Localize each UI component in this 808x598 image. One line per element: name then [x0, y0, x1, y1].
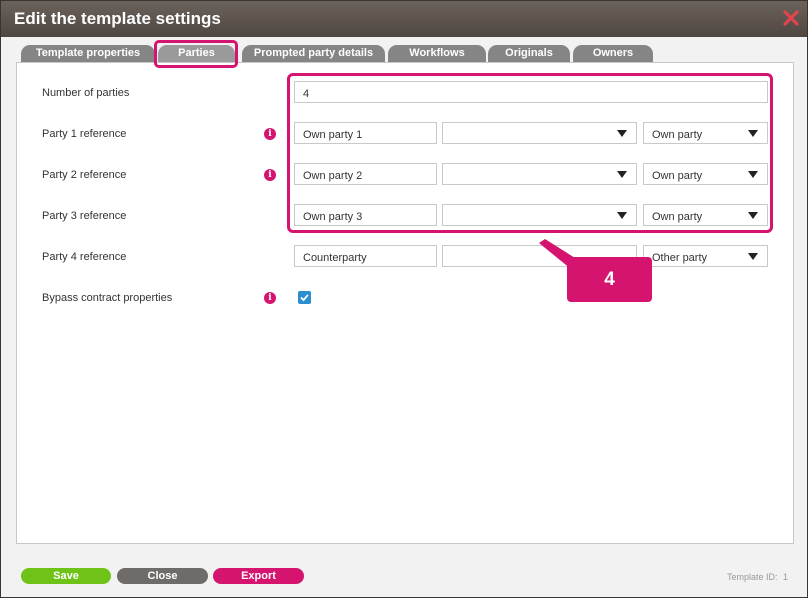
template-id-label: Template ID: [726, 572, 778, 582]
bypass-contract-properties-label: Bypass contract properties [42, 292, 173, 304]
tab-prompted-party-details[interactable]: Prompted party details [242, 45, 385, 62]
info-icon[interactable]: i [264, 169, 276, 181]
party-4-reference-label: Party 4 reference [42, 251, 127, 263]
dialog-title: Edit the template settings [14, 9, 221, 28]
checkmark-icon [300, 294, 309, 302]
party-2-reference-label: Party 2 reference [42, 169, 127, 181]
save-button[interactable]: Save [21, 568, 111, 584]
template-id-value: 1 [782, 572, 788, 582]
close-icon[interactable] [782, 9, 800, 27]
party-4-name-input[interactable]: Counterparty [294, 245, 437, 267]
info-icon[interactable]: i [264, 292, 276, 304]
party-4-type-select[interactable]: Other party [643, 245, 768, 267]
party-fields-highlight-frame [287, 73, 773, 233]
tab-highlight-frame [154, 40, 238, 68]
chevron-down-icon [748, 253, 758, 260]
close-button[interactable]: Close [117, 568, 208, 584]
template-id: Template ID: 1 [727, 572, 788, 582]
tab-owners[interactable]: Owners [573, 45, 653, 62]
number-of-parties-label: Number of parties [42, 87, 130, 99]
template-settings-dialog: Edit the template settings Template prop… [0, 0, 808, 598]
tab-originals[interactable]: Originals [488, 45, 570, 62]
party-1-reference-label: Party 1 reference [42, 128, 127, 140]
dialog-titlebar: Edit the template settings [1, 1, 807, 37]
tab-workflows[interactable]: Workflows [388, 45, 486, 62]
party-3-reference-label: Party 3 reference [42, 210, 127, 222]
step-callout-badge: 4 [567, 257, 652, 302]
export-button[interactable]: Export [213, 568, 304, 584]
bypass-contract-properties-checkbox[interactable] [298, 291, 311, 304]
info-icon[interactable]: i [264, 128, 276, 140]
tab-template-properties[interactable]: Template properties [21, 45, 155, 62]
party-4-type-value: Other party [652, 252, 708, 264]
